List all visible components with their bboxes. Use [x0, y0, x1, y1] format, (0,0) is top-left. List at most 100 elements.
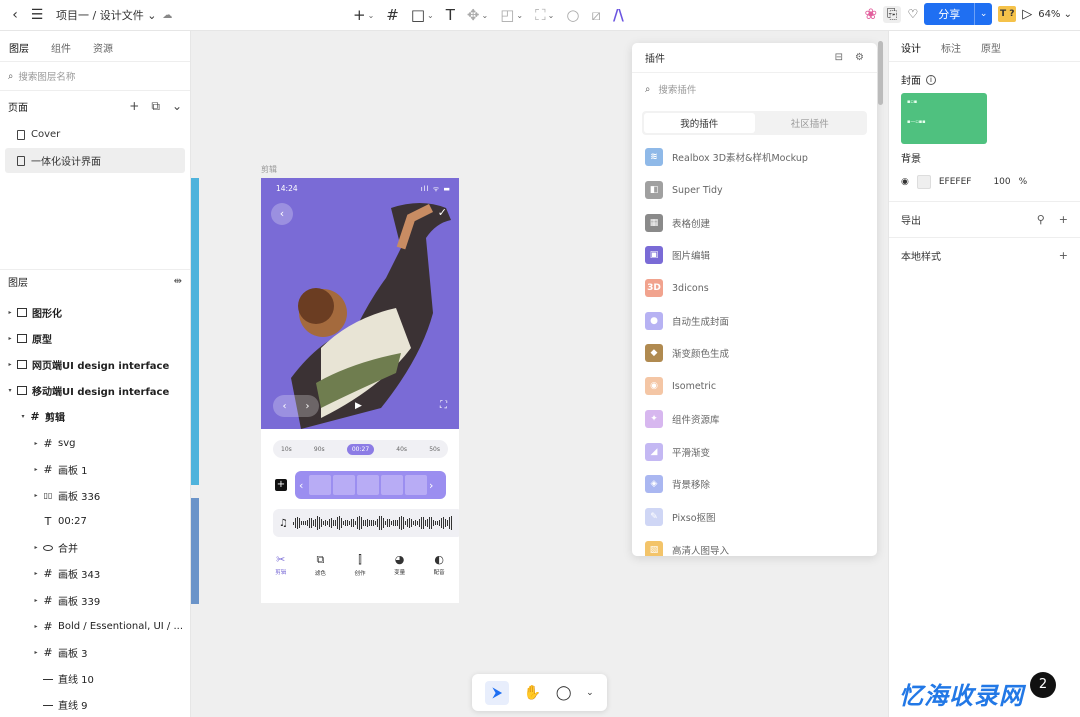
plugin-icon[interactable]: ⎘: [883, 5, 902, 23]
shape-tool[interactable]: □ ⌄: [408, 4, 437, 26]
caret-right-icon[interactable]: ▸: [6, 309, 14, 316]
caret-right-icon[interactable]: ▸: [6, 335, 14, 342]
mask-tool[interactable]: ⛶ ⌄: [532, 4, 557, 26]
layer-row[interactable]: ▸ 原型: [0, 325, 190, 351]
image-tool[interactable]: ⧄: [588, 4, 604, 26]
layer-row[interactable]: ▸ # svg: [0, 430, 190, 456]
tips-icon[interactable]: ♡: [907, 7, 918, 21]
menu-icon[interactable]: ☰: [26, 4, 48, 26]
play-icon[interactable]: ▷: [1022, 7, 1032, 22]
caret-right-icon[interactable]: ▸: [32, 597, 40, 604]
frame-label[interactable]: 剪辑: [261, 164, 277, 175]
plugin-item[interactable]: 3D 3dicons: [632, 272, 877, 305]
zoom-select[interactable]: 64% ⌄: [1038, 9, 1072, 20]
background-opacity[interactable]: 100: [993, 177, 1010, 187]
background-hex[interactable]: EFEFEF: [939, 177, 972, 187]
text-tool[interactable]: T: [443, 4, 458, 26]
layer-row[interactable]: ▾ # 剪辑: [0, 404, 190, 430]
tab-prototype[interactable]: 原型: [981, 40, 1001, 61]
plugin-item[interactable]: ▣ 图片编辑: [632, 239, 877, 272]
plugin-item[interactable]: ✎ Pixso抠图: [632, 501, 877, 534]
add-style-icon[interactable]: +: [1059, 249, 1068, 262]
add-clip-button[interactable]: +: [275, 479, 287, 491]
chevron-right-icon[interactable]: ›: [306, 401, 310, 412]
canvas[interactable]: 剪辑 14:24 ıll ᯤ ▬ ‹ ✓ ‹ › ▶ ⛶ 10s 90s 00:…: [191, 31, 888, 717]
layer-row[interactable]: ▸ # Bold / Essentional, UI / ...: [0, 613, 190, 639]
layer-row[interactable]: 直线 9: [0, 692, 190, 717]
chevron-down-icon[interactable]: ⌄: [586, 688, 594, 698]
layer-row[interactable]: 直线 10: [0, 666, 190, 692]
plugin-item[interactable]: ◉ Isometric: [632, 370, 877, 403]
layer-search-input[interactable]: ⌕ 搜索图层名称: [0, 62, 190, 91]
chevron-down-icon[interactable]: ⌄: [974, 3, 992, 25]
phone-tab-dub[interactable]: ◐ 配音: [434, 553, 445, 577]
plugin-logo-icon[interactable]: ❀: [864, 5, 877, 23]
plugin-item[interactable]: ✦ 组件资源库: [632, 403, 877, 436]
plugin-item[interactable]: ● 自动生成封面: [632, 304, 877, 337]
export-settings-icon[interactable]: ⚲: [1037, 213, 1045, 226]
layer-row[interactable]: ▸ # 画板 343: [0, 561, 190, 587]
caret-right-icon[interactable]: ▸: [32, 649, 40, 656]
page-view-icon[interactable]: ⧉: [151, 99, 160, 114]
tab-assets[interactable]: 资源: [93, 40, 113, 61]
pointer-tool[interactable]: ⮞: [485, 680, 510, 705]
audio-waveform[interactable]: ♫: [273, 509, 459, 537]
back-icon[interactable]: ‹: [4, 4, 26, 26]
avatar[interactable]: T ?: [998, 6, 1017, 22]
comment-tool[interactable]: ◯: [556, 685, 572, 701]
play-icon[interactable]: ▶: [355, 401, 362, 411]
phone-tab-filter[interactable]: ⧉ 滤色: [315, 553, 326, 577]
hand-tool[interactable]: ✋: [524, 685, 541, 701]
layer-row[interactable]: ▸ 合并: [0, 535, 190, 561]
background-swatch[interactable]: [916, 175, 931, 189]
phone-tab-variable[interactable]: ◕ 变量: [394, 553, 405, 577]
frame-tool[interactable]: #: [383, 4, 402, 26]
tab-layers[interactable]: 图层: [9, 40, 29, 61]
fullscreen-icon[interactable]: ⛶: [440, 400, 447, 411]
caret-right-icon[interactable]: ▸: [32, 466, 40, 473]
adjacent-frame-image[interactable]: [191, 498, 199, 604]
plugin-item[interactable]: ◆ 渐变颜色生成: [632, 337, 877, 370]
prev-next-control[interactable]: ‹ ›: [273, 395, 319, 417]
plugin-item[interactable]: ▦ 表格创建: [632, 206, 877, 239]
collapse-all-icon[interactable]: ⇹: [174, 276, 182, 287]
caret-right-icon[interactable]: ▸: [6, 361, 14, 368]
ai-tool[interactable]: /\: [610, 4, 627, 26]
plugin-item[interactable]: ≋ Realbox 3D素材&样机Mockup: [632, 141, 877, 174]
share-button[interactable]: 分享 ⌄: [924, 3, 993, 25]
layer-row[interactable]: ▸ # 画板 1: [0, 456, 190, 482]
plugin-manage-icon[interactable]: ⊟: [835, 52, 843, 63]
caret-down-icon[interactable]: ▾: [19, 413, 27, 420]
add-page-icon[interactable]: +: [129, 99, 139, 114]
layer-row[interactable]: ▸ 网页端UI design interface: [0, 351, 190, 377]
plugin-search-input[interactable]: ⌕ 搜索插件: [632, 74, 877, 104]
layer-row[interactable]: ▸ 图形化: [0, 299, 190, 325]
plugin-item[interactable]: ◈ 背景移除: [632, 468, 877, 501]
layer-row[interactable]: ▸ ▯▯ 画板 336: [0, 482, 190, 508]
component-tool[interactable]: ✥ ⌄: [464, 4, 491, 26]
phone-frame[interactable]: 14:24 ıll ᯤ ▬ ‹ ✓ ‹ › ▶ ⛶ 10s 90s 00:27 …: [261, 178, 459, 603]
tab-annotate[interactable]: 标注: [941, 40, 961, 61]
phone-tab-create[interactable]: ⫿ 创作: [354, 553, 365, 577]
plugin-item[interactable]: ▧ 高清人图导入: [632, 533, 877, 556]
chevron-down-icon[interactable]: ⌄: [172, 99, 182, 114]
caret-down-icon[interactable]: ▾: [6, 387, 14, 394]
layer-row[interactable]: T 00:27: [0, 509, 190, 535]
settings-icon[interactable]: ⚙: [855, 52, 864, 63]
tab-components[interactable]: 组件: [51, 40, 71, 61]
clip-strip[interactable]: ‹ ›: [295, 471, 446, 499]
phone-tab-edit[interactable]: ✂ 剪辑: [275, 553, 286, 577]
tab-community-plugins[interactable]: 社区插件: [755, 113, 866, 133]
tab-my-plugins[interactable]: 我的插件: [644, 113, 755, 133]
plugin-item[interactable]: ◢ 平滑渐变: [632, 435, 877, 468]
timeline-ruler[interactable]: 10s 90s 00:27 40s 50s: [273, 440, 448, 458]
eye-icon[interactable]: ◉: [901, 177, 909, 187]
info-icon[interactable]: i: [926, 74, 936, 85]
caret-right-icon[interactable]: ▸: [32, 492, 40, 499]
layer-row[interactable]: ▸ # 画板 339: [0, 587, 190, 613]
breadcrumb[interactable]: 项目一 / 设计文件 ⌄: [56, 7, 156, 23]
chevron-left-icon[interactable]: ‹: [283, 401, 287, 412]
boolean-tool[interactable]: ◰ ⌄: [497, 4, 526, 26]
cover-thumbnail[interactable]: ▪▫▪ ▪—▫▪▪: [901, 93, 987, 144]
layer-row[interactable]: ▸ # 画板 3: [0, 639, 190, 665]
